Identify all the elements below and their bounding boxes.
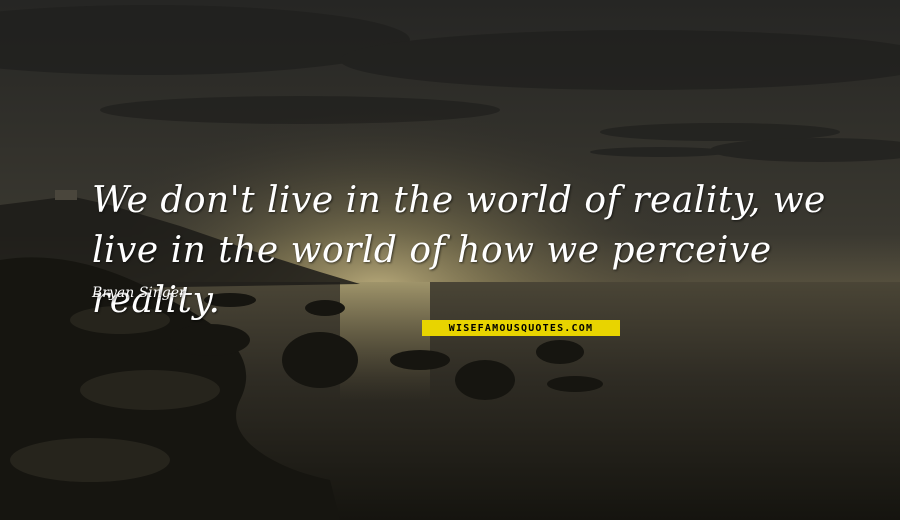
quote-author: Bryan Singer bbox=[92, 285, 186, 301]
site-watermark: WISEFAMOUSQUOTES.COM bbox=[422, 320, 620, 336]
quote-text: We don't live in the world of reality, w… bbox=[92, 180, 826, 321]
